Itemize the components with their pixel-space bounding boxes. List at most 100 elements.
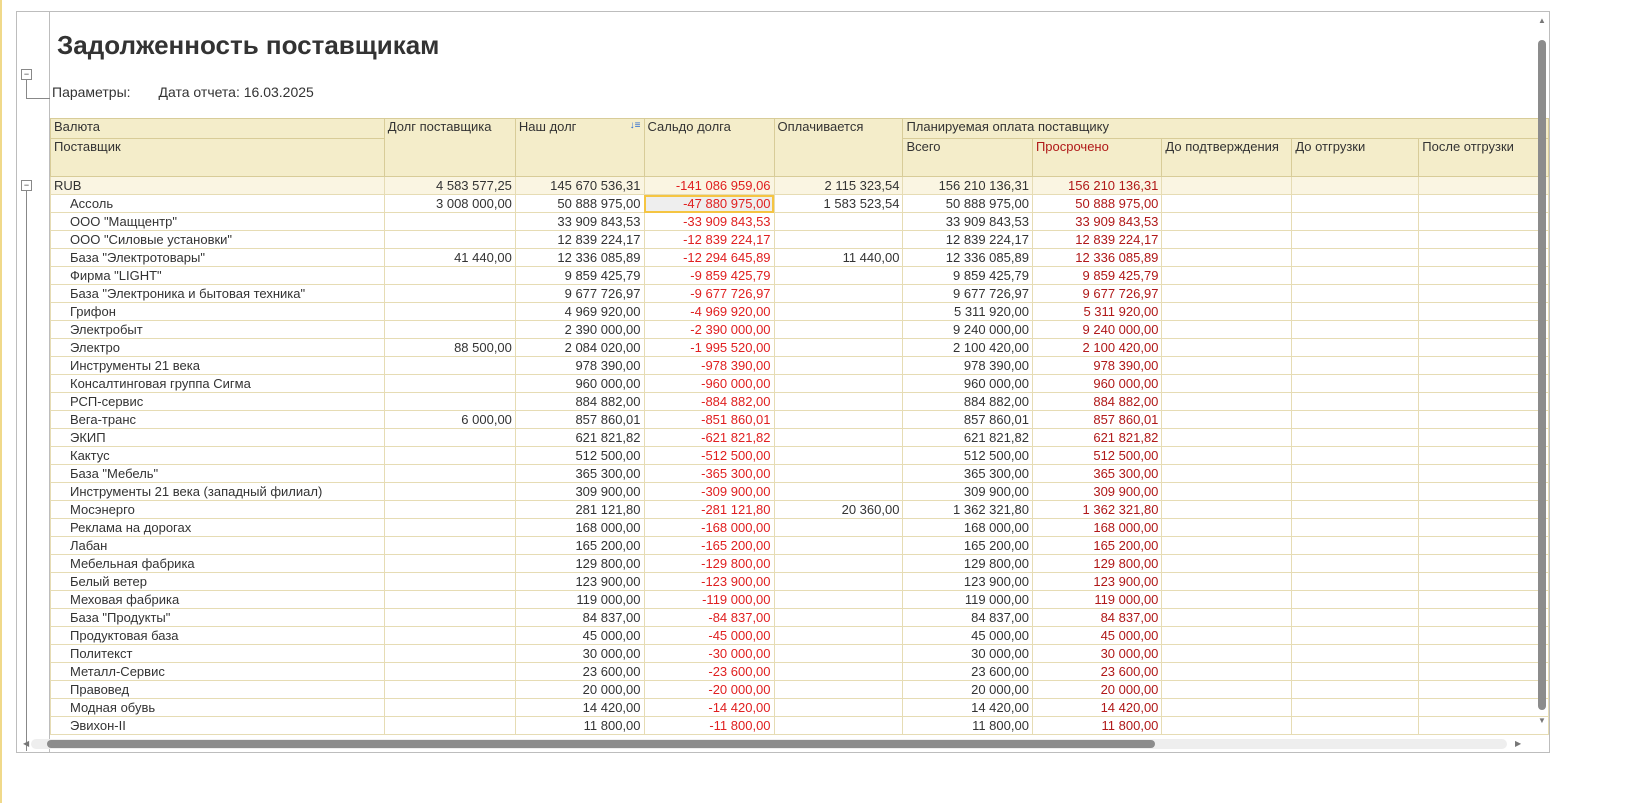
empty-cell[interactable] <box>1161 464 1293 483</box>
cell-supplier-debt[interactable] <box>383 698 516 717</box>
cell-total[interactable]: 14 420,00 <box>902 698 1033 717</box>
header-currency[interactable]: Валюта <box>50 118 385 139</box>
cell-supplier-debt[interactable] <box>383 590 516 609</box>
cell-balance[interactable]: -45 000,00 <box>643 626 775 645</box>
cell-overdue[interactable]: 309 900,00 <box>1031 482 1163 501</box>
empty-cell[interactable] <box>1418 230 1549 249</box>
cell-paying[interactable] <box>773 698 904 717</box>
cell-balance[interactable]: -2 390 000,00 <box>643 320 775 339</box>
cell-our-debt[interactable]: 281 121,80 <box>514 500 645 519</box>
cell-supplier-name[interactable]: База "Продукты" <box>50 608 385 627</box>
cell-our-debt[interactable]: 165 200,00 <box>514 536 645 555</box>
empty-cell[interactable] <box>1291 212 1420 231</box>
empty-cell[interactable] <box>1291 500 1420 519</box>
empty-cell[interactable] <box>1291 320 1420 339</box>
cell-total[interactable]: 5 311 920,00 <box>902 302 1033 321</box>
empty-cell[interactable] <box>1161 644 1293 663</box>
cell-supplier-debt[interactable] <box>383 428 516 447</box>
empty-cell[interactable] <box>1161 662 1293 681</box>
cell-our-debt[interactable]: 129 800,00 <box>514 554 645 573</box>
cell-supplier-debt[interactable] <box>383 464 516 483</box>
cell-supplier-name[interactable]: Мебельная фабрика <box>50 554 385 573</box>
table-row[interactable]: Инструменты 21 века (западный филиал) 309… <box>50 482 1549 501</box>
empty-cell[interactable] <box>1161 626 1293 645</box>
cell-balance[interactable]: -119 000,00 <box>643 590 775 609</box>
cell-paying[interactable] <box>773 662 904 681</box>
cell-supplier-debt[interactable] <box>383 500 516 519</box>
cell-balance[interactable]: -33 909 843,53 <box>643 212 775 231</box>
empty-cell[interactable] <box>1291 680 1420 699</box>
empty-cell[interactable] <box>1291 266 1420 285</box>
cell-supplier-name[interactable]: ООО "Мащцентр" <box>50 212 385 231</box>
cell-overdue[interactable]: 5 311 920,00 <box>1031 302 1163 321</box>
table-row[interactable]: Реклама на дорогах 168 000,00 -168 000,00 1… <box>50 518 1549 537</box>
empty-cell[interactable] <box>1291 374 1420 393</box>
table-row[interactable]: Белый ветер 123 900,00 -123 900,00 123 900,… <box>50 572 1549 591</box>
empty-cell[interactable] <box>1291 590 1420 609</box>
empty-cell[interactable] <box>1161 518 1293 537</box>
empty-cell[interactable] <box>1418 266 1549 285</box>
cell-total[interactable]: 1 362 321,80 <box>902 500 1033 519</box>
cell-balance[interactable]: -11 800,00 <box>643 716 775 735</box>
cell-overdue[interactable]: 365 300,00 <box>1031 464 1163 483</box>
table-row[interactable]: Эвихон-II 11 800,00 -11 800,00 11 800,00 11 … <box>50 716 1549 735</box>
cell-supplier-name[interactable]: Ассоль <box>50 194 385 213</box>
cell-supplier-name[interactable]: РСП-сервис <box>50 392 385 411</box>
empty-cell[interactable] <box>1418 410 1549 429</box>
cell-supplier-debt[interactable]: 41 440,00 <box>383 248 516 267</box>
group-row-rub[interactable]: RUB 4 583 577,25 145 670 536,31 -141 086… <box>50 176 1549 195</box>
empty-cell[interactable] <box>1291 626 1420 645</box>
empty-cell[interactable] <box>1418 248 1549 267</box>
cell-our-debt[interactable]: 884 882,00 <box>514 392 645 411</box>
cell-our-debt[interactable]: 123 900,00 <box>514 572 645 591</box>
cell-overdue[interactable]: 45 000,00 <box>1031 626 1163 645</box>
cell-supplier-name[interactable]: Грифон <box>50 302 385 321</box>
cell-total[interactable]: 165 200,00 <box>902 536 1033 555</box>
cell-supplier-debt[interactable] <box>383 302 516 321</box>
empty-cell[interactable] <box>1418 338 1549 357</box>
cell-total[interactable]: 20 000,00 <box>902 680 1033 699</box>
cell-our-debt[interactable]: 50 888 975,00 <box>514 194 645 213</box>
cell-paying[interactable] <box>773 374 904 393</box>
table-row[interactable]: Грифон 4 969 920,00 -4 969 920,00 5 311 920… <box>50 302 1549 321</box>
empty-cell[interactable] <box>1291 410 1420 429</box>
cell-total[interactable]: 12 336 085,89 <box>902 248 1033 267</box>
cell-paying[interactable] <box>773 356 904 375</box>
header-before-confirm[interactable]: До подтверждения <box>1161 138 1293 177</box>
cell-supplier-debt[interactable] <box>383 482 516 501</box>
table-row[interactable]: Мосэнерго 281 121,80 -281 121,80 20 360,00 1… <box>50 500 1549 519</box>
empty-cell[interactable] <box>1161 536 1293 555</box>
cell-paying[interactable] <box>773 410 904 429</box>
cell-paying[interactable] <box>773 428 904 447</box>
cell-balance[interactable]: -129 800,00 <box>643 554 775 573</box>
empty-cell[interactable] <box>1418 662 1549 681</box>
cell-supplier-debt[interactable] <box>383 446 516 465</box>
empty-cell[interactable] <box>1161 248 1293 267</box>
cell-overdue[interactable]: 621 821,82 <box>1031 428 1163 447</box>
cell-supplier-name[interactable]: Фирма "LIGHT" <box>50 266 385 285</box>
header-our-debt[interactable]: Наш долг ↓≡ <box>514 118 645 177</box>
cell-supplier-debt[interactable] <box>383 608 516 627</box>
table-row[interactable]: Электро 88 500,00 2 084 020,00 -1 995 520,0… <box>50 338 1549 357</box>
cell-total[interactable]: 884 882,00 <box>902 392 1033 411</box>
table-row[interactable]: Инструменты 21 века 978 390,00 -978 390,00… <box>50 356 1549 375</box>
cell-balance[interactable]: -9 859 425,79 <box>643 266 775 285</box>
cell-overdue[interactable]: 9 240 000,00 <box>1031 320 1163 339</box>
empty-cell[interactable] <box>1291 230 1420 249</box>
header-planned[interactable]: Планируемая оплата поставщику <box>902 118 1549 139</box>
cell-supplier-name[interactable]: Лабан <box>50 536 385 555</box>
cell-supplier-name[interactable]: Электро <box>50 338 385 357</box>
empty-cell[interactable] <box>1161 302 1293 321</box>
cell-our-debt[interactable]: 9 677 726,97 <box>514 284 645 303</box>
cell-supplier-name[interactable]: База "Мебель" <box>50 464 385 483</box>
cell-our-debt[interactable]: 11 800,00 <box>514 716 645 735</box>
empty-cell[interactable] <box>1418 302 1549 321</box>
empty-cell[interactable] <box>1161 554 1293 573</box>
cell-total[interactable]: 33 909 843,53 <box>902 212 1033 231</box>
cell-supplier-name[interactable]: Правовед <box>50 680 385 699</box>
table-row[interactable]: Политекст 30 000,00 -30 000,00 30 000,00 30 … <box>50 644 1549 663</box>
cell-balance[interactable]: -47 880 975,00 <box>643 194 775 213</box>
cell-supplier-name[interactable]: Инструменты 21 века (западный филиал) <box>50 482 385 501</box>
table-row[interactable]: Правовед 20 000,00 -20 000,00 20 000,00 20 0… <box>50 680 1549 699</box>
vertical-scrollbar[interactable]: ▲ ▼ <box>1535 12 1549 734</box>
